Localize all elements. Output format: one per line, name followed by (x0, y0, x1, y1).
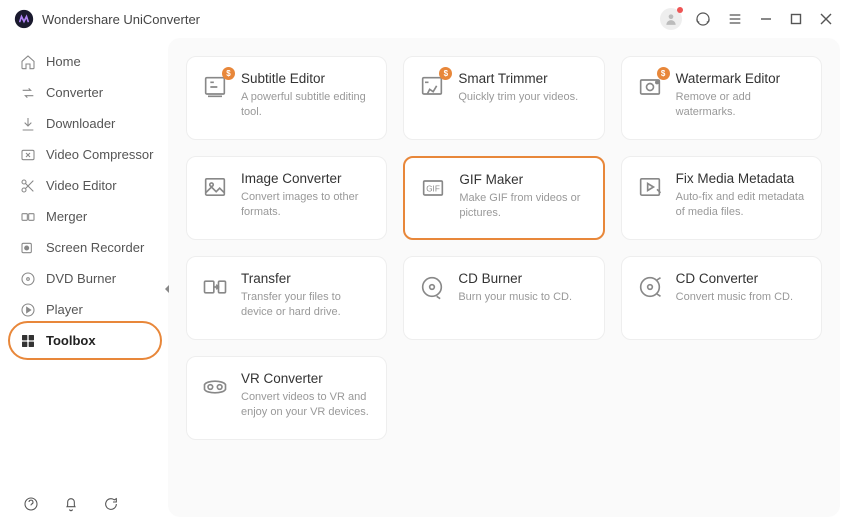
sidebar-item-label: Home (46, 54, 81, 69)
tool-title: CD Converter (676, 271, 807, 286)
scissors-icon (20, 178, 36, 194)
sidebar-item-dvd-burner[interactable]: DVD Burner (0, 263, 168, 294)
tool-fix-media-metadata[interactable]: Fix Media Metadata Auto-fix and edit meta… (621, 156, 822, 240)
menu-button[interactable] (724, 8, 746, 30)
feedback-button[interactable] (100, 493, 122, 515)
watermark-icon: $ (636, 73, 664, 101)
tool-description: Make GIF from videos or pictures. (459, 191, 588, 221)
subtitle-icon: $ (201, 73, 229, 101)
cd-convert-icon (636, 273, 664, 301)
title-bar: Wondershare UniConverter (0, 0, 850, 38)
tool-subtitle-editor[interactable]: $ Subtitle Editor A powerful subtitle edit… (186, 56, 387, 140)
sidebar-item-toolbox[interactable]: Toolbox (0, 325, 168, 356)
tool-vr-converter[interactable]: VR Converter Convert videos to VR and enj… (186, 356, 387, 440)
home-icon (20, 54, 36, 70)
sidebar-item-downloader[interactable]: Downloader (0, 108, 168, 139)
merge-icon (20, 209, 36, 225)
tool-transfer[interactable]: Transfer Transfer your files to device or… (186, 256, 387, 340)
sidebar-item-label: Player (46, 302, 83, 317)
sidebar-item-converter[interactable]: Converter (0, 77, 168, 108)
tool-image-converter[interactable]: Image Converter Convert images to other f… (186, 156, 387, 240)
support-button[interactable] (692, 8, 714, 30)
download-icon (20, 116, 36, 132)
tool-title: Subtitle Editor (241, 71, 372, 86)
transfer-icon (201, 273, 229, 301)
tool-title: Smart Trimmer (458, 71, 589, 86)
toolbox-icon (20, 333, 36, 349)
sidebar-item-player[interactable]: Player (0, 294, 168, 325)
sidebar-item-label: Video Editor (46, 178, 117, 193)
sidebar-item-label: Merger (46, 209, 87, 224)
tool-title: VR Converter (241, 371, 372, 386)
sidebar-item-label: Converter (46, 85, 103, 100)
account-button[interactable] (660, 8, 682, 30)
tool-title: Image Converter (241, 171, 372, 186)
tool-description: Quickly trim your videos. (458, 90, 589, 105)
sidebar: Home Converter Downloader Video Compress… (0, 38, 168, 527)
sidebar-item-label: Toolbox (46, 333, 96, 348)
tool-gif-maker[interactable]: GIF GIF Maker Make GIF from videos or pict… (403, 156, 604, 240)
app-logo-icon (14, 9, 34, 29)
app-title: Wondershare UniConverter (42, 12, 200, 27)
notifications-button[interactable] (60, 493, 82, 515)
tool-description: Auto-fix and edit metadata of media file… (676, 190, 807, 220)
tool-description: Convert videos to VR and enjoy on your V… (241, 390, 372, 420)
minimize-button[interactable] (756, 9, 776, 29)
sidebar-item-label: Downloader (46, 116, 115, 131)
paid-badge-icon: $ (657, 67, 670, 80)
compress-icon (20, 147, 36, 163)
converter-icon (20, 85, 36, 101)
gif-icon: GIF (419, 174, 447, 202)
tool-watermark-editor[interactable]: $ Watermark Editor Remove or add watermark… (621, 56, 822, 140)
tool-description: Convert images to other formats. (241, 190, 372, 220)
tool-title: CD Burner (458, 271, 589, 286)
play-icon (20, 302, 36, 318)
vr-icon (201, 373, 229, 401)
main-content: $ Subtitle Editor A powerful subtitle edit… (168, 38, 840, 517)
sidebar-item-screen-recorder[interactable]: Screen Recorder (0, 232, 168, 263)
sidebar-item-label: Video Compressor (46, 147, 153, 162)
tool-cd-converter[interactable]: CD Converter Convert music from CD. (621, 256, 822, 340)
sidebar-item-label: DVD Burner (46, 271, 116, 286)
svg-text:GIF: GIF (427, 185, 441, 194)
tool-title: Transfer (241, 271, 372, 286)
sidebar-item-merger[interactable]: Merger (0, 201, 168, 232)
disc-icon (20, 271, 36, 287)
tool-description: Remove or add watermarks. (676, 90, 807, 120)
tool-description: Burn your music to CD. (458, 290, 589, 305)
tool-description: A powerful subtitle editing tool. (241, 90, 372, 120)
sidebar-collapse-button[interactable] (162, 283, 174, 295)
paid-badge-icon: $ (222, 67, 235, 80)
tool-title: Watermark Editor (676, 71, 807, 86)
sidebar-item-home[interactable]: Home (0, 46, 168, 77)
tool-description: Transfer your files to device or hard dr… (241, 290, 372, 320)
close-button[interactable] (816, 9, 836, 29)
tool-description: Convert music from CD. (676, 290, 807, 305)
trimmer-icon: $ (418, 73, 446, 101)
image-icon (201, 173, 229, 201)
tool-smart-trimmer[interactable]: $ Smart Trimmer Quickly trim your videos. (403, 56, 604, 140)
record-icon (20, 240, 36, 256)
paid-badge-icon: $ (439, 67, 452, 80)
tool-title: Fix Media Metadata (676, 171, 807, 186)
maximize-button[interactable] (786, 9, 806, 29)
tool-title: GIF Maker (459, 172, 588, 187)
metadata-icon (636, 173, 664, 201)
sidebar-item-video-editor[interactable]: Video Editor (0, 170, 168, 201)
tool-cd-burner[interactable]: CD Burner Burn your music to CD. (403, 256, 604, 340)
cd-burn-icon (418, 273, 446, 301)
sidebar-item-label: Screen Recorder (46, 240, 144, 255)
sidebar-item-video-compressor[interactable]: Video Compressor (0, 139, 168, 170)
help-button[interactable] (20, 493, 42, 515)
notification-dot-icon (677, 7, 683, 13)
